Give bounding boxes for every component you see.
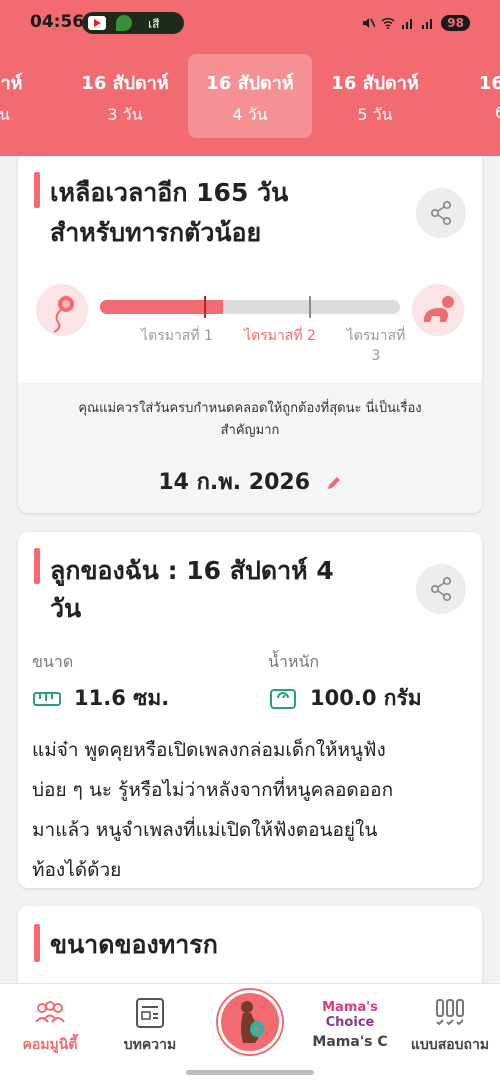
- nav-quiz[interactable]: แบบสอบถาม: [400, 994, 500, 1064]
- week-tab[interactable]: 16 สั 6: [438, 54, 500, 138]
- nav-quiz-label: แบบสอบถาม: [410, 1037, 490, 1053]
- trimester-3-label: ไตรมาสที่ 3: [321, 326, 431, 366]
- countdown-title-line2: สำหรับทารกตัวน้อย: [50, 218, 262, 247]
- community-icon: [35, 1001, 65, 1023]
- trimester-3-label-line1: ไตรมาสที่: [346, 328, 406, 344]
- week-tab-week: ปดาห์: [0, 73, 23, 94]
- weight-value-row: 100.0 กรัม: [268, 682, 422, 715]
- week-tab-week: 16 สัปดาห์: [331, 73, 419, 94]
- weight-label: น้ำหนัก: [268, 652, 320, 671]
- sperm-icon: [36, 284, 88, 336]
- youtube-icon: [88, 16, 106, 30]
- week-tab-week: 16 สัปดาห์: [81, 73, 169, 94]
- progress-track: [100, 296, 400, 318]
- desc-line: มาแล้ว หนูจำเพลงที่แม่เปิดให้ฟังตอนอยู่ใ…: [32, 819, 378, 841]
- app-header: 04:56 เสี 98 ปดาห์ วัน 16 สัปดาห์ 3 วัน …: [0, 0, 500, 156]
- share-button[interactable]: [416, 564, 466, 614]
- pregnancy-home-button[interactable]: [218, 990, 282, 1054]
- due-date-note: คุณแม่ควรใส่วันครบกำหนดคลอดให้ถูกต้องที่…: [32, 398, 468, 442]
- signal-icon: [402, 19, 413, 29]
- baby-title-line1: ลูกของฉัน : 16 สัปดาห์ 4: [50, 556, 334, 585]
- card-accent-bar: [34, 924, 40, 962]
- due-date[interactable]: 14 ก.พ. 2026: [18, 464, 482, 499]
- due-date-value: 14 ก.พ. 2026: [158, 470, 311, 495]
- pencil-icon[interactable]: [326, 475, 342, 491]
- baby-title-line2: วัน: [50, 594, 82, 623]
- share-icon: [431, 201, 451, 225]
- desc-line: ท้องได้ด้วย: [32, 859, 122, 881]
- week-tab-day: 5 วัน: [357, 105, 393, 124]
- leaf-icon: [116, 15, 132, 31]
- share-button[interactable]: [416, 188, 466, 238]
- pill-text: เสี: [148, 17, 160, 31]
- wifi-icon: [381, 18, 395, 29]
- week-tab-day: 4 วัน: [232, 105, 268, 124]
- article-icon: [136, 998, 164, 1028]
- due-note-line1: คุณแม่ควรใส่วันครบกำหนดคลอดให้ถูกต้องที่…: [78, 401, 422, 416]
- week-tab-week: 16 สั: [478, 73, 500, 94]
- week-tab[interactable]: 16 สัปดาห์ 5 วัน: [313, 54, 437, 138]
- baby-info-card: ลูกของฉัน : 16 สัปดาห์ 4 วัน ขนาด 11.6 ซ…: [18, 532, 482, 888]
- mute-icon: [363, 18, 376, 28]
- size-label: ขนาด: [32, 652, 74, 671]
- bottom-navigation: คอมมูนิตี้ บทความ Mama's Choice Mama's C: [0, 983, 500, 1083]
- due-date-section: คุณแม่ควรใส่วันครบกำหนดคลอดให้ถูกต้องที่…: [18, 382, 482, 513]
- trimester-1-label: ไตรมาสที่ 1: [141, 328, 213, 344]
- size-value: 11.6 ซม.: [74, 686, 170, 710]
- nav-community-label: คอมมูนิตี้: [22, 1037, 78, 1053]
- countdown-card: เหลือเวลาอีก 165 วัน สำหรับทารกตัวน้อย ไ…: [18, 156, 482, 513]
- card-accent-bar: [34, 172, 40, 208]
- share-icon: [431, 577, 451, 601]
- week-tab-day: 3 วัน: [107, 105, 143, 124]
- scale-icon: [270, 688, 296, 709]
- pregnant-woman-icon: [241, 1001, 264, 1043]
- trimester-marker: [204, 296, 206, 318]
- due-note-line2: สำคัญมาก: [220, 423, 280, 438]
- week-tab-day: 6: [438, 103, 500, 122]
- nav-articles-label: บทความ: [123, 1037, 177, 1053]
- home-indicator[interactable]: [186, 1070, 314, 1075]
- status-time: 04:56: [30, 12, 85, 32]
- countdown-title-line1: เหลือเวลาอีก 165 วัน: [50, 178, 289, 207]
- nav-mamas-choice[interactable]: Mama's Choice Mama's C: [300, 994, 400, 1064]
- baby-description: แม่จ๋า พูดคุยหรือเปิดเพลงกล่อมเด็กให้หนู…: [32, 730, 472, 888]
- week-tab-day: วัน: [0, 105, 10, 124]
- mamas-choice-logo: Mama's Choice: [322, 1000, 378, 1030]
- trimester-marker: [309, 296, 311, 318]
- trimester-2-label: ไตรมาสที่ 2: [244, 328, 316, 344]
- status-icons: 98: [361, 12, 470, 34]
- nav-articles[interactable]: บทความ: [100, 994, 200, 1064]
- nav-mamas-choice-label: Mama's C: [312, 1034, 388, 1050]
- ruler-icon: [33, 691, 61, 706]
- media-pill: เสี: [82, 12, 184, 34]
- nav-community[interactable]: คอมมูนิตี้: [0, 994, 100, 1064]
- status-bar: 04:56 เสี 98: [0, 0, 500, 44]
- week-tab[interactable]: ปดาห์ วัน: [0, 54, 62, 138]
- trimester-3-label-line2: 3: [371, 348, 381, 364]
- desc-line: แม่จ๋า พูดคุยหรือเปิดเพลงกล่อมเด็กให้หนู…: [32, 739, 386, 761]
- size-value-row: 11.6 ซม.: [32, 682, 169, 715]
- week-selector: ปดาห์ วัน 16 สัปดาห์ 3 วัน 16 สัปดาห์ 4 …: [0, 54, 500, 138]
- desc-line: บ่อย ๆ นะ รู้หรือไม่ว่าหลังจากที่หนูคลอด…: [32, 779, 394, 801]
- pregnancy-progress: ไตรมาสที่ 1 ไตรมาสที่ 2 ไตรมาสที่ 3: [18, 274, 482, 384]
- battery-indicator: 98: [441, 15, 470, 31]
- signal-icon-2: [422, 19, 433, 29]
- card-accent-bar: [34, 548, 40, 584]
- week-tab-week: 16 สัปดาห์: [206, 73, 294, 94]
- baby-size-title: ขนาดของทารก: [50, 930, 218, 959]
- week-tab[interactable]: 16 สัปดาห์ 3 วัน: [63, 54, 187, 138]
- survey-icon: [436, 999, 464, 1026]
- week-tab-active[interactable]: 16 สัปดาห์ 4 วัน: [188, 54, 312, 138]
- weight-value: 100.0 กรัม: [310, 686, 422, 710]
